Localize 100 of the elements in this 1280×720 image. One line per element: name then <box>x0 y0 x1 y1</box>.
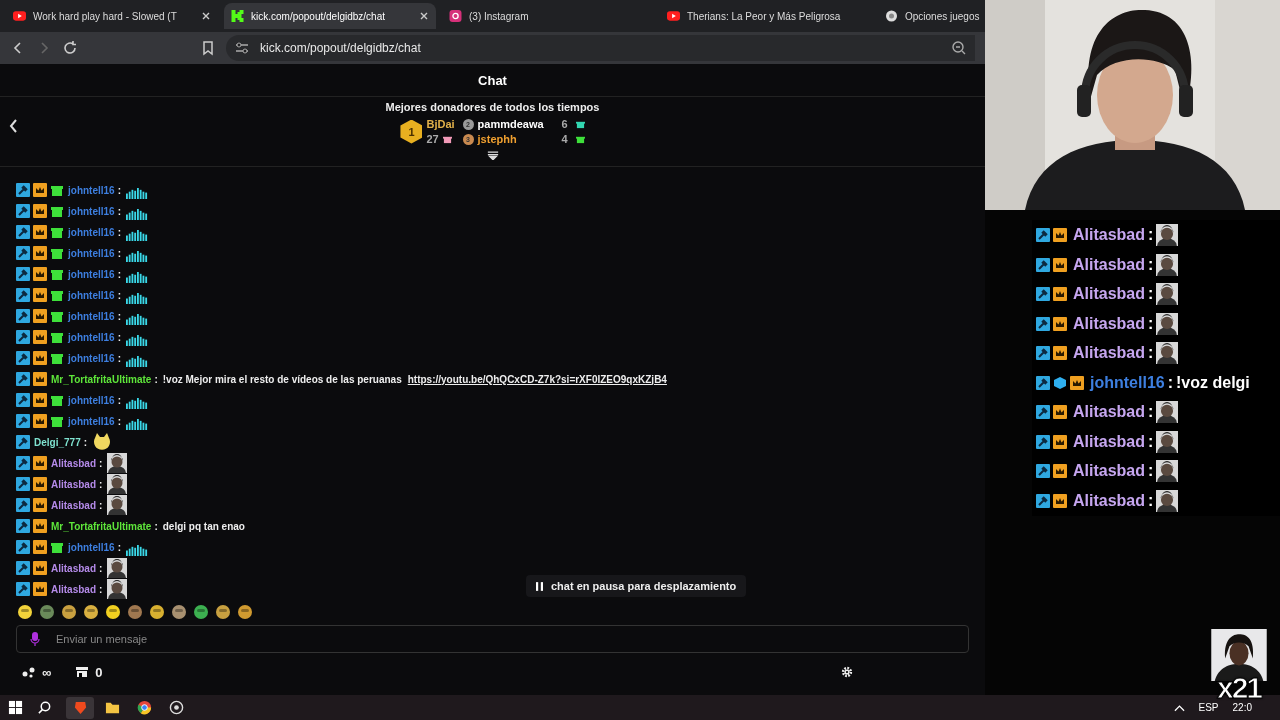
username[interactable]: johntell16 <box>68 541 115 553</box>
gift-icon <box>50 246 64 260</box>
donor-name: pammdeawa <box>477 118 545 130</box>
colon: : <box>1148 226 1154 245</box>
colon: : <box>154 520 158 532</box>
crown-icon <box>33 351 47 365</box>
username[interactable]: johntell16 <box>68 268 115 280</box>
colon: : <box>99 583 103 595</box>
sound-bars-icon <box>126 208 149 220</box>
username[interactable]: johntell16 <box>68 352 115 364</box>
username: Alitasbad <box>1073 226 1145 245</box>
camera-icon <box>449 10 462 22</box>
username: Alitasbad <box>1073 491 1145 510</box>
pause-notice[interactable]: chat en pausa para desplazamiento <box>526 575 747 597</box>
chat-title: Chat <box>478 72 507 88</box>
username[interactable]: Alitasbad <box>51 499 96 511</box>
sound-bars-icon <box>126 355 149 367</box>
zoom-icon[interactable] <box>951 40 967 56</box>
crown-icon <box>1053 316 1067 331</box>
colon: : <box>1148 344 1154 363</box>
message-input[interactable]: Enviar un mensaje <box>16 625 969 653</box>
colon: : <box>99 457 103 469</box>
emote-icon[interactable] <box>82 602 100 620</box>
colon: : <box>117 415 122 427</box>
colon: : <box>117 226 122 238</box>
colon: : <box>1148 314 1154 333</box>
site-settings-icon[interactable] <box>234 40 250 56</box>
username[interactable]: Mr_TortafritaUltimate <box>51 520 152 532</box>
crown-icon <box>33 372 47 386</box>
clock[interactable]: 22:0 <box>1232 702 1252 713</box>
emote-icon[interactable] <box>214 602 232 620</box>
username[interactable]: johntell16 <box>68 205 115 217</box>
username[interactable]: johntell16 <box>68 226 115 238</box>
browser-tab[interactable]: Opciones juegos <box>878 3 985 29</box>
username[interactable]: Alitasbad <box>51 562 96 574</box>
colon: : <box>117 268 122 280</box>
emote-icon[interactable] <box>170 602 188 620</box>
username[interactable]: johntell16 <box>68 394 115 406</box>
username[interactable]: johntell16 <box>68 289 115 301</box>
username[interactable]: johntell16 <box>68 310 115 322</box>
crown-icon <box>33 393 47 407</box>
message-link[interactable]: https://youtu.be/QhQCxCD-Z7k?si=rXF0IZEO9qxKZjB4 <box>407 373 667 385</box>
gift-icon <box>442 134 452 144</box>
username[interactable]: Mr_TortafritaUltimate <box>51 373 152 385</box>
username[interactable]: johntell16 <box>68 331 115 343</box>
colon: : <box>117 205 122 217</box>
colon: : <box>1148 285 1154 304</box>
browser-tab[interactable]: (3) Instagram <box>442 3 654 29</box>
emote-icon[interactable] <box>192 602 210 620</box>
hammer-icon <box>1036 346 1050 361</box>
emote-icon[interactable] <box>16 602 34 620</box>
hammer-icon <box>16 225 30 239</box>
donor-amount: 4 <box>561 133 569 145</box>
username[interactable]: johntell16 <box>68 184 115 196</box>
username: Alitasbad <box>1073 432 1145 451</box>
microphone-icon[interactable] <box>30 632 40 646</box>
hammer-icon <box>1036 493 1050 508</box>
username[interactable]: johntell16 <box>68 247 115 259</box>
colon: : <box>99 478 103 490</box>
close-icon[interactable] <box>419 11 429 21</box>
hammer-icon <box>16 183 30 197</box>
chevron-up-icon[interactable] <box>1173 703 1185 712</box>
points-icon[interactable] <box>22 666 36 678</box>
crown-icon <box>33 183 47 197</box>
store-icon[interactable] <box>75 666 90 678</box>
windows-icon[interactable] <box>8 700 23 715</box>
crown-icon <box>33 561 47 575</box>
hammer-icon <box>16 393 30 407</box>
emote-icon[interactable] <box>236 602 254 620</box>
search-icon[interactable] <box>37 700 52 715</box>
username[interactable]: Alitasbad <box>51 478 96 490</box>
emote-icon[interactable] <box>104 602 122 620</box>
hammer-icon <box>1036 287 1050 302</box>
username[interactable]: Alitasbad <box>51 457 96 469</box>
username[interactable]: Alitasbad <box>51 583 96 595</box>
back-icon[interactable] <box>8 118 20 134</box>
crown-icon <box>33 414 47 428</box>
close-icon[interactable] <box>201 11 211 21</box>
emote-icon[interactable] <box>148 602 166 620</box>
username[interactable]: Delgi_777 <box>34 436 81 448</box>
collapse-icon[interactable] <box>486 151 499 160</box>
gift-icon <box>50 309 64 323</box>
bookmark-icon[interactable] <box>200 40 216 56</box>
hammer-icon <box>16 246 30 260</box>
hammer-icon <box>16 204 30 218</box>
emote-icon[interactable] <box>60 602 78 620</box>
settings-icon[interactable] <box>841 666 853 678</box>
cat-emote-icon <box>92 432 113 452</box>
browser-tab[interactable]: Therians: La Peor y Más Peligrosa <box>660 3 872 29</box>
colon: : <box>99 562 103 574</box>
browser-tab[interactable]: kick.com/popout/delgidbz/chat <box>224 3 436 29</box>
cube-icon <box>1053 375 1067 390</box>
reload-icon[interactable] <box>62 40 78 56</box>
colon: : <box>1148 491 1154 510</box>
colon: : <box>83 436 88 448</box>
username[interactable]: johntell16 <box>68 415 115 427</box>
message-text: !voz Mejor mira el resto de vídeos de las peruanas <box>162 373 402 385</box>
address-bar[interactable]: kick.com/popout/delgidbz/chat <box>226 35 975 61</box>
browser-tab[interactable]: Work hard play hard - Slowed (T <box>6 3 218 29</box>
language-indicator[interactable]: ESP <box>1198 702 1219 713</box>
